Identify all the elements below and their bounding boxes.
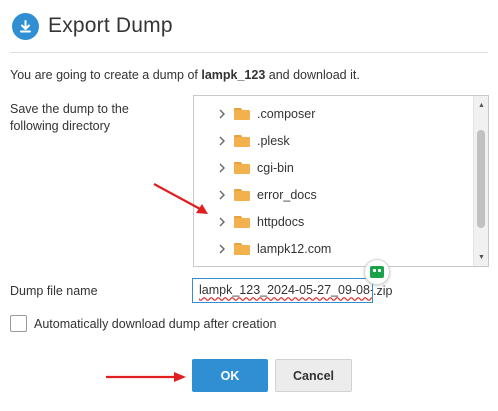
- scroll-thumb[interactable]: [477, 130, 485, 228]
- tree-item-label: .plesk: [257, 133, 290, 148]
- scroll-up-arrow-icon[interactable]: ▲: [474, 98, 488, 112]
- intro-suffix: and download it.: [265, 68, 360, 82]
- directory-tree[interactable]: .composer .plesk cgi-bin error_docs httpdocs…: [193, 95, 489, 267]
- folder-icon: [234, 215, 250, 228]
- chevron-right-icon[interactable]: [218, 163, 230, 173]
- folder-icon: [234, 242, 250, 255]
- tree-item-label: httpdocs: [257, 214, 305, 229]
- chevron-right-icon[interactable]: [218, 109, 230, 119]
- tree-item[interactable]: error_docs: [194, 181, 472, 208]
- tree-item[interactable]: cgi-bin: [194, 154, 472, 181]
- chevron-right-icon[interactable]: [218, 244, 230, 254]
- dump-file-name-label: Dump file name: [10, 284, 98, 298]
- intro-text: You are going to create a dump of lampk_…: [10, 68, 360, 82]
- tree-item-label: lampk12.com: [257, 241, 332, 256]
- tree-item[interactable]: lampk12.com: [194, 235, 472, 262]
- folder-icon: [234, 134, 250, 147]
- download-icon: [12, 12, 39, 40]
- folder-icon: [234, 107, 250, 120]
- dialog-title: Export Dump: [48, 14, 173, 37]
- header-divider: [10, 52, 488, 53]
- chevron-right-icon[interactable]: [218, 136, 230, 146]
- tree-item-label: error_docs: [257, 187, 317, 202]
- annotation-arrow-icon: [106, 372, 186, 382]
- chevron-right-icon[interactable]: [218, 190, 230, 200]
- dump-file-name-input[interactable]: lampk_123_2024-05-27_09-08-: [192, 278, 373, 303]
- dump-file-extension: .zip: [373, 284, 393, 298]
- tree-item[interactable]: .composer: [194, 100, 472, 127]
- tree-item[interactable]: httpdocs: [194, 208, 472, 235]
- ok-button[interactable]: OK: [192, 359, 268, 392]
- tree-scrollbar[interactable]: ▲ ▼: [473, 96, 488, 266]
- cancel-button[interactable]: Cancel: [275, 359, 352, 392]
- folder-icon: [234, 188, 250, 201]
- intro-prefix: You are going to create a dump of: [10, 68, 202, 82]
- dialog-header: Export Dump: [12, 10, 173, 42]
- password-manager-extension-icon[interactable]: [364, 259, 390, 285]
- chevron-right-icon[interactable]: [218, 217, 230, 227]
- auto-download-checkbox[interactable]: [10, 315, 27, 332]
- folder-icon: [234, 161, 250, 174]
- directory-label: Save the dump to the following directory: [10, 102, 129, 133]
- tree-item-label: .composer: [257, 106, 316, 121]
- tree-item-label: cgi-bin: [257, 160, 294, 175]
- directory-tree-list: .composer .plesk cgi-bin error_docs httpdocs…: [194, 100, 472, 262]
- database-name: lampk_123: [201, 68, 266, 82]
- auto-download-row[interactable]: Automatically download dump after creati…: [10, 315, 277, 332]
- auto-download-label: Automatically download dump after creati…: [34, 316, 277, 331]
- annotation-arrow-icon: [153, 183, 208, 214]
- scroll-down-arrow-icon[interactable]: ▼: [474, 250, 488, 264]
- tree-item[interactable]: .plesk: [194, 127, 472, 154]
